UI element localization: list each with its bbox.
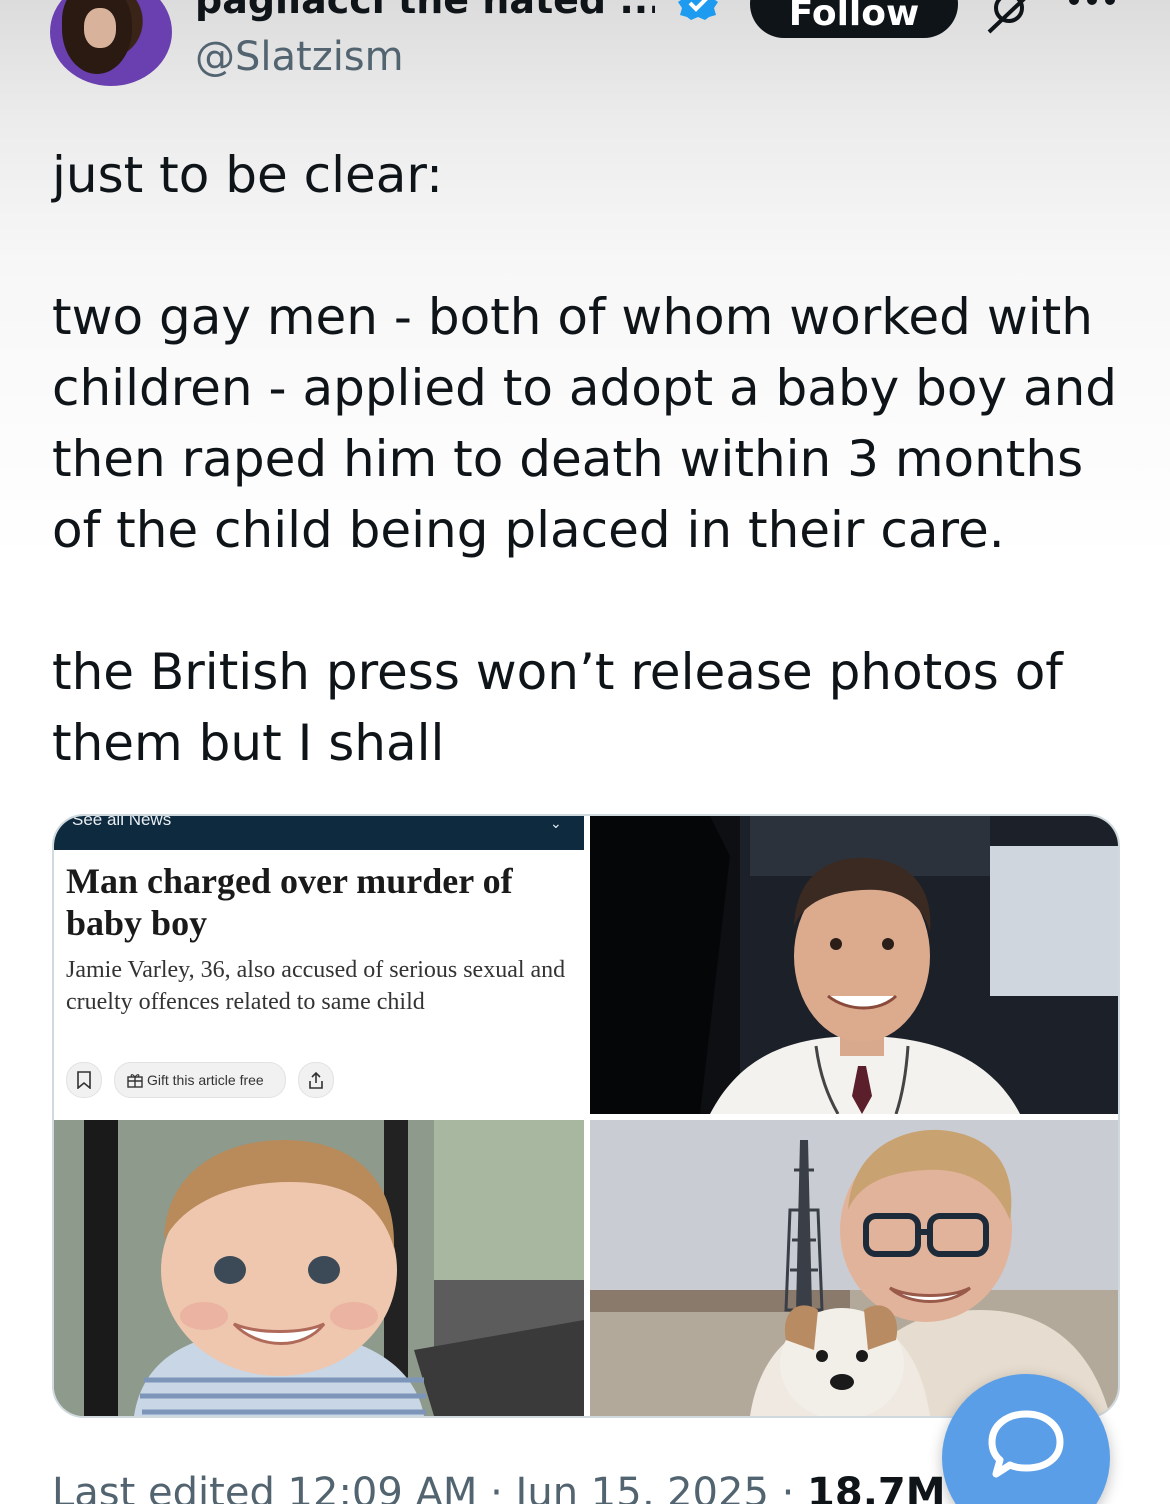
avatar[interactable] [50,0,172,86]
more-options-icon[interactable] [1066,0,1118,12]
see-all-news-label: See all News [72,816,172,829]
gift-article-label: Gift this article free [147,1072,264,1088]
chat-bubble-icon [988,1410,1064,1478]
media-photo-man-portrait[interactable] [590,816,1118,1114]
article-actions: Gift this article free [66,1062,566,1098]
gift-article-button: Gift this article free [114,1062,286,1098]
media-photo-man-with-dog[interactable] [590,1120,1118,1416]
display-name[interactable]: pagliacci the hated ... [195,0,655,22]
media-photo-baby[interactable] [54,1120,584,1416]
gift-icon [127,1074,143,1088]
article-subheadline: Jamie Varley, 36, also accused of seriou… [66,957,566,1015]
edited-timestamp[interactable]: Last edited 12:09 AM · Jun 15, 2025 · [52,1470,807,1504]
verified-badge-icon [678,0,718,20]
news-bar: See all News ⌄ [54,816,584,850]
tweet-paragraph: the British press won’t release photos o… [52,643,1063,772]
chevron-down-icon: ⌄ [550,816,562,832]
media-grid[interactable]: See all News ⌄ Man charged over murder o… [52,814,1120,1418]
avatar-face [84,8,116,48]
tweet-paragraph: just to be clear: [52,146,443,204]
share-icon [298,1062,334,1098]
grok-icon[interactable] [985,0,1031,34]
tweet-paragraph: two gay men - both of whom worked with c… [52,288,1118,559]
view-count[interactable]: 18.7M [807,1470,946,1504]
follow-button[interactable]: Follow [750,0,958,38]
tweet-page: pagliacci the hated ... @Slatzism Follow… [0,0,1170,1504]
tweet-text: just to be clear: two gay men - both of … [52,140,1132,779]
bookmark-icon [66,1062,102,1098]
media-article-screenshot[interactable]: See all News ⌄ Man charged over murder o… [54,816,584,1114]
user-handle[interactable]: @Slatzism [195,34,404,80]
tweet-meta: Last edited 12:09 AM · Jun 15, 2025 · 18… [52,1470,946,1504]
article-headline: Man charged over murder of baby boy [66,861,513,943]
